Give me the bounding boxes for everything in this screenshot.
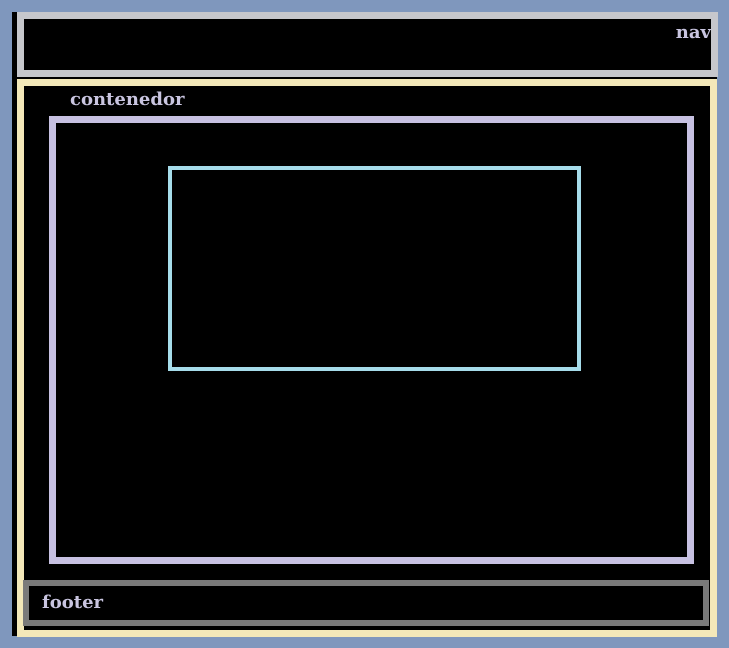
- nav-bar: [17, 12, 718, 77]
- nav-label: nav: [675, 22, 711, 43]
- contenedor-label: contenedor: [70, 89, 185, 110]
- footer-bar: [23, 580, 709, 626]
- footer-label: footer: [42, 592, 104, 613]
- inner-box: [168, 166, 581, 371]
